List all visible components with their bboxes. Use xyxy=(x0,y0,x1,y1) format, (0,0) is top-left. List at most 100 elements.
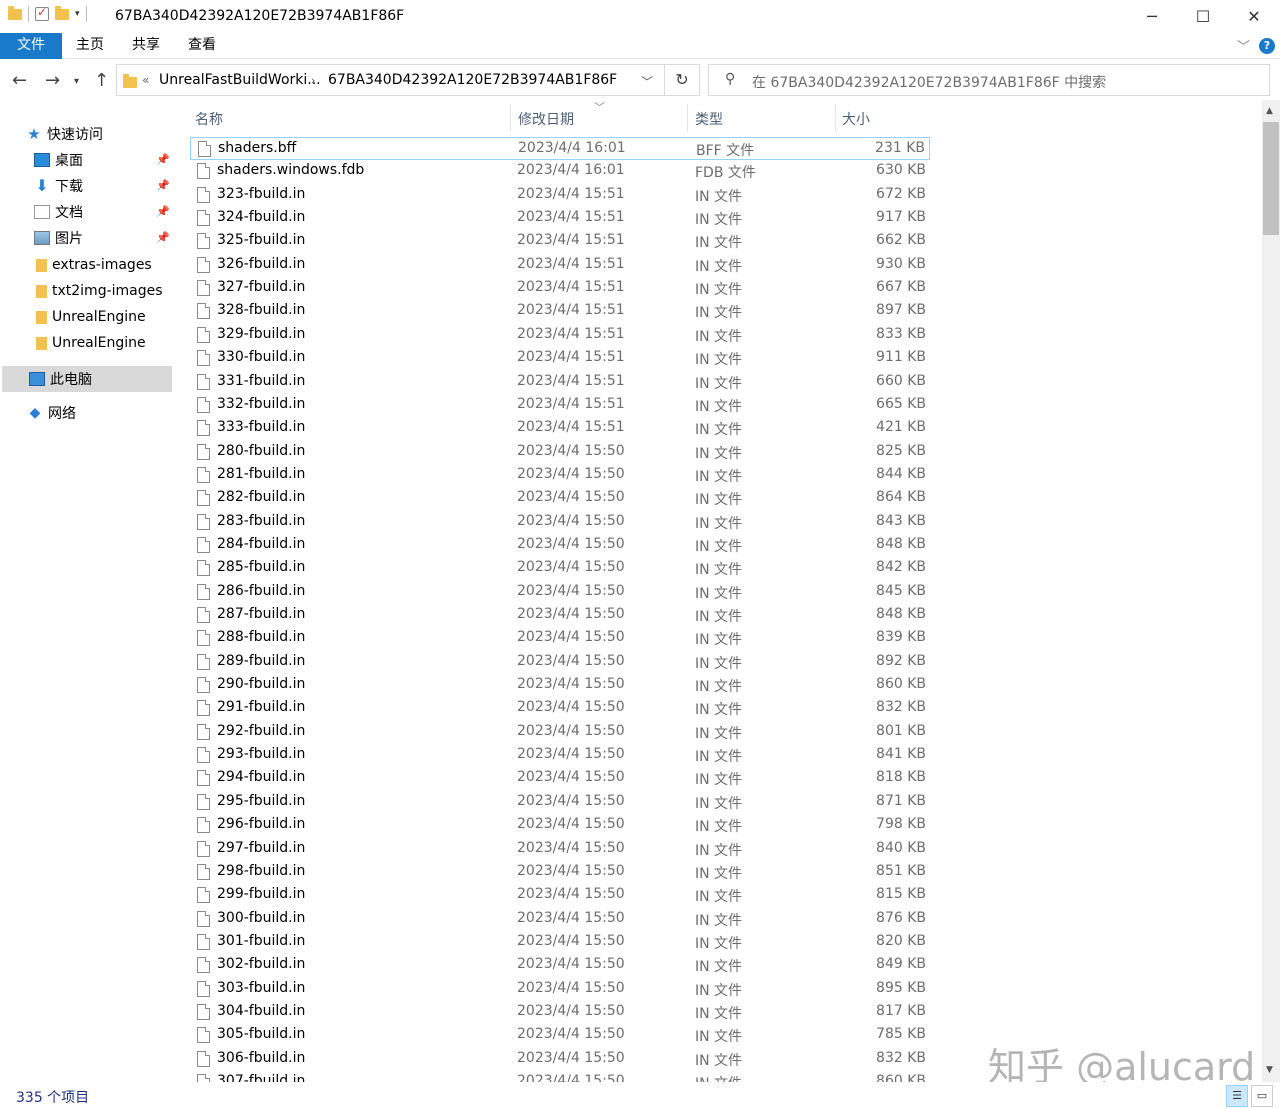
scroll-down-icon[interactable]: ▼ xyxy=(1266,1065,1273,1075)
file-row[interactable]: 304-fbuild.in2023/4/4 15:50IN 文件817 KB xyxy=(190,1001,930,1024)
file-row[interactable]: 286-fbuild.in2023/4/4 15:50IN 文件845 KB xyxy=(190,581,930,604)
sidebar-item-downloads[interactable]: ⬇ 下载 xyxy=(34,173,171,199)
pin-icon[interactable]: 📌 xyxy=(156,153,170,166)
file-icon xyxy=(197,257,210,273)
back-button[interactable]: ← xyxy=(12,70,27,91)
file-row[interactable]: 323-fbuild.in2023/4/4 15:51IN 文件672 KB xyxy=(190,184,930,207)
sidebar-item-this-pc[interactable]: 此电脑 xyxy=(2,366,172,392)
tab-home[interactable]: 主页 xyxy=(62,33,118,59)
file-row[interactable]: shaders.bff2023/4/4 16:01BFF 文件231 KB xyxy=(190,137,930,160)
file-row[interactable]: 332-fbuild.in2023/4/4 15:51IN 文件665 KB xyxy=(190,394,930,417)
file-row[interactable]: 289-fbuild.in2023/4/4 15:50IN 文件892 KB xyxy=(190,651,930,674)
pin-icon[interactable]: 📌 xyxy=(156,179,170,192)
column-divider[interactable] xyxy=(687,104,688,132)
sidebar-item-unrealengine[interactable]: UnrealEngine xyxy=(36,330,171,356)
up-button[interactable]: ↑ xyxy=(94,70,109,91)
pin-icon[interactable]: 📌 xyxy=(156,231,170,244)
file-row[interactable]: 292-fbuild.in2023/4/4 15:50IN 文件801 KB xyxy=(190,721,930,744)
help-icon[interactable]: ? xyxy=(1259,38,1275,54)
maximize-button[interactable]: ☐ xyxy=(1177,0,1229,33)
file-icon xyxy=(197,444,210,460)
file-row[interactable]: 326-fbuild.in2023/4/4 15:51IN 文件930 KB xyxy=(190,254,930,277)
column-header-size[interactable]: 大小 xyxy=(842,109,870,129)
breadcrumb-current[interactable]: 67BA340D42392A120E72B3974AB1F86F xyxy=(328,72,617,88)
scrollbar-thumb[interactable] xyxy=(1263,122,1279,235)
file-row[interactable]: 300-fbuild.in2023/4/4 15:50IN 文件876 KB xyxy=(190,908,930,931)
file-row[interactable]: 331-fbuild.in2023/4/4 15:51IN 文件660 KB xyxy=(190,371,930,394)
search-input[interactable]: 在 67BA340D42392A120E72B3974AB1F86F 中搜索 xyxy=(752,72,1106,92)
column-header-date[interactable]: 修改日期 xyxy=(518,109,574,129)
file-row[interactable]: 287-fbuild.in2023/4/4 15:50IN 文件848 KB xyxy=(190,604,930,627)
sidebar-item-quick-access[interactable]: ★ 快速访问 xyxy=(26,121,171,147)
pin-icon[interactable]: 📌 xyxy=(156,205,170,218)
minimize-button[interactable]: ─ xyxy=(1126,0,1178,33)
recent-locations-icon[interactable]: ▾ xyxy=(74,76,79,87)
file-row[interactable]: 297-fbuild.in2023/4/4 15:50IN 文件840 KB xyxy=(190,838,930,861)
column-header-type[interactable]: 类型 xyxy=(695,109,723,129)
file-row[interactable]: 296-fbuild.in2023/4/4 15:50IN 文件798 KB xyxy=(190,814,930,837)
file-row[interactable]: 302-fbuild.in2023/4/4 15:50IN 文件849 KB xyxy=(190,954,930,977)
file-row[interactable]: 282-fbuild.in2023/4/4 15:50IN 文件864 KB xyxy=(190,487,930,510)
address-history-dropdown-icon[interactable]: ﹀ xyxy=(641,73,653,90)
scroll-up-icon[interactable]: ▲ xyxy=(1266,106,1273,116)
file-row[interactable]: 330-fbuild.in2023/4/4 15:51IN 文件911 KB xyxy=(190,347,930,370)
file-row[interactable]: 307-fbuild.in2023/4/4 15:50IN 文件860 KB xyxy=(190,1071,930,1082)
file-icon xyxy=(197,397,210,413)
file-row[interactable]: shaders.windows.fdb2023/4/4 16:01FDB 文件6… xyxy=(190,160,930,183)
file-size: 871 KB xyxy=(876,793,926,809)
file-date: 2023/4/4 15:50 xyxy=(517,886,625,902)
file-row[interactable]: 285-fbuild.in2023/4/4 15:50IN 文件842 KB xyxy=(190,557,930,580)
large-icons-view-icon[interactable]: ▭ xyxy=(1251,1085,1273,1107)
tab-file[interactable]: 文件 xyxy=(0,33,62,59)
sidebar-item-txt2img-images[interactable]: txt2img-images xyxy=(36,278,171,304)
sidebar-item-desktop[interactable]: 桌面 xyxy=(34,147,171,173)
breadcrumb-separator-icon[interactable]: › xyxy=(311,74,315,87)
file-date: 2023/4/4 15:50 xyxy=(517,606,625,622)
forward-button[interactable]: → xyxy=(45,70,60,91)
file-row[interactable]: 293-fbuild.in2023/4/4 15:50IN 文件841 KB xyxy=(190,744,930,767)
file-row[interactable]: 301-fbuild.in2023/4/4 15:50IN 文件820 KB xyxy=(190,931,930,954)
file-row[interactable]: 299-fbuild.in2023/4/4 15:50IN 文件815 KB xyxy=(190,884,930,907)
expand-ribbon-icon[interactable]: ﹀ xyxy=(1237,36,1250,55)
tab-share[interactable]: 共享 xyxy=(118,33,174,59)
file-row[interactable]: 291-fbuild.in2023/4/4 15:50IN 文件832 KB xyxy=(190,697,930,720)
file-row[interactable]: 329-fbuild.in2023/4/4 15:51IN 文件833 KB xyxy=(190,324,930,347)
breadcrumb-overflow[interactable]: « xyxy=(142,73,149,87)
file-row[interactable]: 283-fbuild.in2023/4/4 15:50IN 文件843 KB xyxy=(190,511,930,534)
close-button[interactable]: ✕ xyxy=(1228,0,1280,33)
file-row[interactable]: 280-fbuild.in2023/4/4 15:50IN 文件825 KB xyxy=(190,441,930,464)
file-row[interactable]: 328-fbuild.in2023/4/4 15:51IN 文件897 KB xyxy=(190,300,930,323)
file-row[interactable]: 303-fbuild.in2023/4/4 15:50IN 文件895 KB xyxy=(190,978,930,1001)
customize-toolbar-dropdown-icon[interactable]: ▾ xyxy=(75,9,80,19)
details-view-icon[interactable]: ☰ xyxy=(1226,1085,1248,1107)
file-row[interactable]: 298-fbuild.in2023/4/4 15:50IN 文件851 KB xyxy=(190,861,930,884)
sidebar-item-network[interactable]: ◆ 网络 xyxy=(27,400,172,426)
sidebar-item-pictures[interactable]: 图片 xyxy=(34,225,171,251)
file-row[interactable]: 295-fbuild.in2023/4/4 15:50IN 文件871 KB xyxy=(190,791,930,814)
column-divider[interactable] xyxy=(510,104,511,132)
file-row[interactable]: 306-fbuild.in2023/4/4 15:50IN 文件832 KB xyxy=(190,1048,930,1071)
breadcrumb-parent[interactable]: UnrealFastBuildWorki... xyxy=(159,72,321,88)
file-row[interactable]: 324-fbuild.in2023/4/4 15:51IN 文件917 KB xyxy=(190,207,930,230)
search-box[interactable]: ⚲ 在 67BA340D42392A120E72B3974AB1F86F 中搜索 xyxy=(708,64,1270,96)
vertical-scrollbar[interactable]: ▲ ▼ xyxy=(1262,100,1280,1082)
file-row[interactable]: 290-fbuild.in2023/4/4 15:50IN 文件860 KB xyxy=(190,674,930,697)
file-row[interactable]: 294-fbuild.in2023/4/4 15:50IN 文件818 KB xyxy=(190,767,930,790)
new-folder-icon[interactable] xyxy=(55,9,69,20)
properties-icon[interactable] xyxy=(35,7,49,21)
address-bar[interactable]: « UnrealFastBuildWorki... › 67BA340D4239… xyxy=(116,64,665,96)
sidebar-item-documents[interactable]: 文档 xyxy=(34,199,171,225)
tab-view[interactable]: 查看 xyxy=(174,33,230,59)
file-row[interactable]: 327-fbuild.in2023/4/4 15:51IN 文件667 KB xyxy=(190,277,930,300)
file-row[interactable]: 325-fbuild.in2023/4/4 15:51IN 文件662 KB xyxy=(190,230,930,253)
file-row[interactable]: 305-fbuild.in2023/4/4 15:50IN 文件785 KB xyxy=(190,1024,930,1047)
column-header-name[interactable]: 名称 xyxy=(195,109,223,129)
sidebar-item-unrealengine[interactable]: UnrealEngine xyxy=(36,304,171,330)
file-row[interactable]: 333-fbuild.in2023/4/4 15:51IN 文件421 KB xyxy=(190,417,930,440)
file-row[interactable]: 284-fbuild.in2023/4/4 15:50IN 文件848 KB xyxy=(190,534,930,557)
column-divider[interactable] xyxy=(835,104,836,132)
sidebar-item-extras-images[interactable]: extras-images xyxy=(36,252,171,278)
file-row[interactable]: 281-fbuild.in2023/4/4 15:50IN 文件844 KB xyxy=(190,464,930,487)
refresh-button[interactable]: ↻ xyxy=(665,64,700,96)
file-row[interactable]: 288-fbuild.in2023/4/4 15:50IN 文件839 KB xyxy=(190,627,930,650)
